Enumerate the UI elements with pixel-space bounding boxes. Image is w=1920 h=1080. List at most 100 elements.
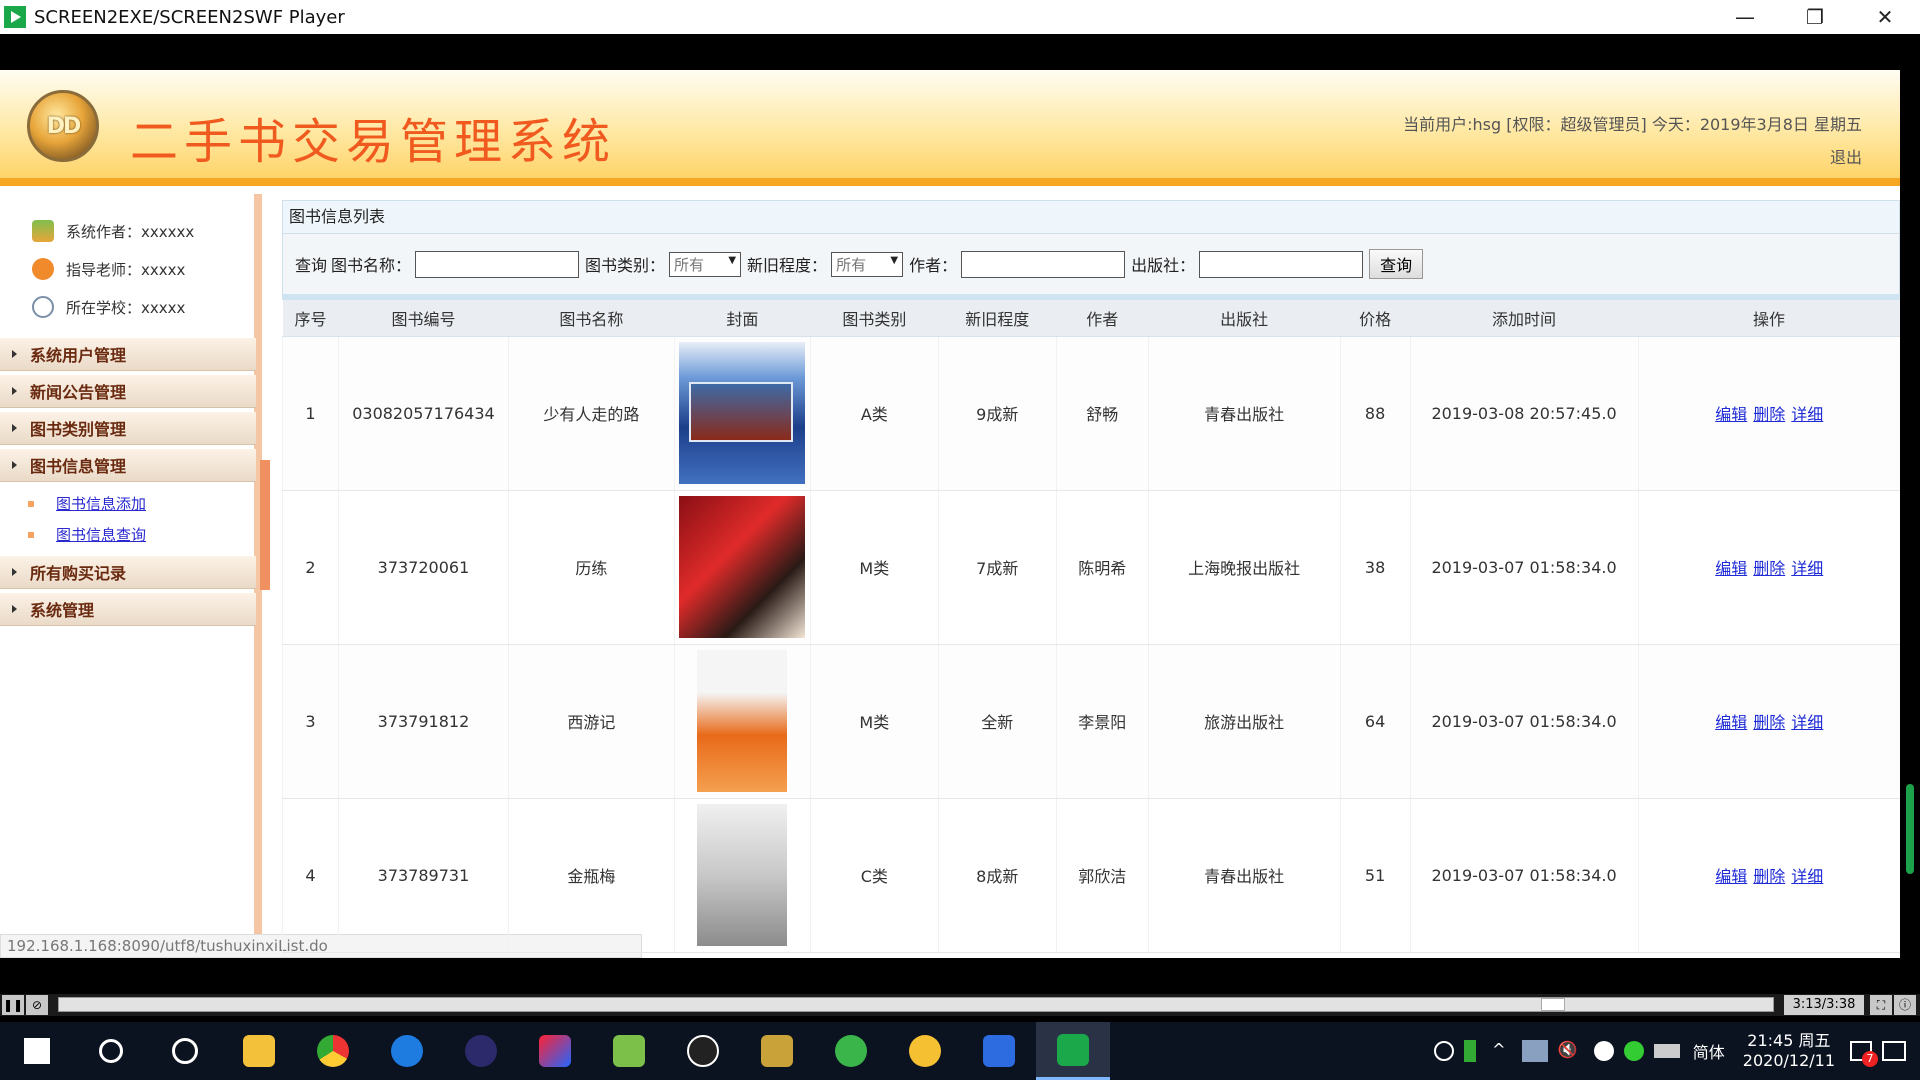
category-select[interactable]: 所有: [669, 251, 742, 277]
cortana-button[interactable]: [74, 1022, 148, 1080]
cell-cover: [673, 644, 811, 799]
cell-no: 2: [282, 490, 339, 645]
taskbar-player[interactable]: [1036, 1022, 1110, 1080]
cell-category: M类: [809, 490, 939, 645]
search-prefix: 查询: [295, 256, 328, 275]
system-logo: DD: [27, 90, 99, 162]
cell-author: 陈明希: [1055, 490, 1149, 645]
cell-condition: 7成新: [937, 490, 1057, 645]
submenu-book-add[interactable]: 图书信息添加: [28, 488, 254, 519]
taskbar-intellij[interactable]: [518, 1022, 592, 1080]
submenu-book-query[interactable]: 图书信息查询: [28, 519, 254, 550]
taskbar-tools[interactable]: [740, 1022, 814, 1080]
notification-icon[interactable]: 7: [1850, 1041, 1878, 1067]
sidebar-collapse-handle[interactable]: [260, 460, 270, 590]
detail-link[interactable]: 详细: [1791, 405, 1823, 424]
book-cover-image: [679, 342, 806, 484]
logout-link[interactable]: 退出: [1403, 141, 1862, 174]
condition-label: 新旧程度：: [747, 256, 828, 275]
menu-purchase-records[interactable]: 所有购买记录: [0, 556, 256, 589]
seek-thumb[interactable]: [1541, 998, 1566, 1011]
stop-button[interactable]: ⊘: [26, 995, 48, 1015]
taskbar-notepad[interactable]: [592, 1022, 666, 1080]
cell-publisher: 青春出版社: [1147, 336, 1341, 491]
windows-taskbar: ^ 🔇 简体 21:45 周五 2020/12/11 7: [0, 1022, 1920, 1080]
clock-time: 21:45 周五: [1747, 1031, 1831, 1050]
book-cover-image: [697, 804, 788, 946]
cell-ops: 编辑 删除 详细: [1637, 644, 1900, 799]
cell-author: 李景阳: [1055, 644, 1149, 799]
close-button[interactable]: ✕: [1850, 0, 1920, 34]
taskbar-browser[interactable]: [814, 1022, 888, 1080]
edit-link[interactable]: 编辑: [1715, 559, 1747, 578]
taskbar-qq[interactable]: [666, 1022, 740, 1080]
delete-link[interactable]: 删除: [1753, 867, 1785, 886]
submenu-book-add-label: 图书信息添加: [56, 495, 147, 513]
playback-time: 3:13/3:38: [1784, 995, 1864, 1015]
cell-name: 历练: [507, 490, 675, 645]
detail-link[interactable]: 详细: [1791, 867, 1823, 886]
fullscreen-button[interactable]: ⛶: [1870, 995, 1892, 1015]
cell-price: 38: [1339, 490, 1411, 645]
author-input[interactable]: [961, 250, 1126, 278]
cell-price: 64: [1339, 644, 1411, 799]
delete-link[interactable]: 删除: [1753, 713, 1785, 732]
mute-icon[interactable]: 🔇: [1558, 1040, 1584, 1062]
cell-ops: 编辑 删除 详细: [1637, 336, 1900, 491]
delete-link[interactable]: 删除: [1753, 405, 1785, 424]
ime-indicator[interactable]: 简体: [1693, 1039, 1725, 1063]
people-icon[interactable]: [1433, 1041, 1454, 1061]
taskbar-explorer[interactable]: [222, 1022, 296, 1080]
cell-time: 2019-03-07 01:58:34.0: [1409, 798, 1638, 953]
taskbar-feather[interactable]: [962, 1022, 1036, 1080]
security-icon[interactable]: [1623, 1041, 1644, 1061]
restore-button[interactable]: ❐: [1780, 0, 1850, 34]
menu-news[interactable]: 新闻公告管理: [0, 375, 256, 408]
qq-tray-icon[interactable]: [1593, 1041, 1614, 1061]
publisher-input[interactable]: [1199, 250, 1364, 278]
info-school: 所在学校：xxxxx: [0, 288, 254, 326]
notepad-icon: [613, 1035, 645, 1067]
taskbar-edge[interactable]: [370, 1022, 444, 1080]
info-button[interactable]: ⓘ: [1894, 995, 1916, 1015]
author-label: 作者：: [909, 256, 958, 275]
seek-bar[interactable]: [58, 997, 1774, 1012]
edit-link[interactable]: 编辑: [1715, 713, 1747, 732]
detail-link[interactable]: 详细: [1791, 713, 1823, 732]
search-bar: 查询 图书名称： 图书类别： 所有 新旧程度： 所有 作者： 出版社： 查询: [282, 234, 1900, 294]
condition-select[interactable]: 所有: [831, 251, 904, 277]
book-cover-image: [679, 496, 806, 638]
user-info: 当前用户:hsg [权限：超级管理员] 今天：2019年3月8日 星期五 退出: [1403, 108, 1862, 174]
search-button[interactable]: 查询: [1369, 249, 1424, 279]
taskbar-app[interactable]: [888, 1022, 962, 1080]
site-header: DD 二手书交易管理系统 当前用户:hsg [权限：超级管理员] 今天：2019…: [0, 70, 1900, 186]
menu-system-admin[interactable]: 系统管理: [0, 593, 256, 626]
book-info-submenu: 图书信息添加 图书信息查询: [0, 486, 254, 552]
menu-book-category[interactable]: 图书类别管理: [0, 412, 256, 445]
menu-system-users[interactable]: 系统用户管理: [0, 338, 256, 371]
start-button[interactable]: [0, 1022, 74, 1080]
clock[interactable]: 21:45 周五 2020/12/11: [1743, 1031, 1835, 1071]
menu-book-info[interactable]: 图书信息管理: [0, 449, 256, 482]
pause-button[interactable]: ❚❚: [2, 995, 24, 1015]
battery-app-icon[interactable]: [1463, 1040, 1476, 1062]
edit-link[interactable]: 编辑: [1715, 405, 1747, 424]
book-name-input[interactable]: [415, 250, 580, 278]
delete-link[interactable]: 删除: [1753, 559, 1785, 578]
network-icon[interactable]: [1521, 1040, 1548, 1062]
publisher-label: 出版社：: [1131, 256, 1196, 275]
chevron-up-icon[interactable]: ^: [1486, 1040, 1512, 1062]
taskbar-chrome[interactable]: [296, 1022, 370, 1080]
action-center-icon[interactable]: [1882, 1041, 1906, 1061]
logo-text: DD: [46, 113, 82, 139]
power-icon[interactable]: [1653, 1044, 1680, 1058]
search-button[interactable]: [148, 1022, 222, 1080]
edit-link[interactable]: 编辑: [1715, 867, 1747, 886]
detail-link[interactable]: 详细: [1791, 559, 1823, 578]
col-header: 序号: [282, 300, 339, 337]
taskbar-eclipse[interactable]: [444, 1022, 518, 1080]
eclipse-icon: [465, 1035, 497, 1067]
bullet-icon: [28, 500, 34, 507]
cell-code: 373791812: [337, 644, 509, 799]
minimize-button[interactable]: —: [1710, 0, 1780, 34]
